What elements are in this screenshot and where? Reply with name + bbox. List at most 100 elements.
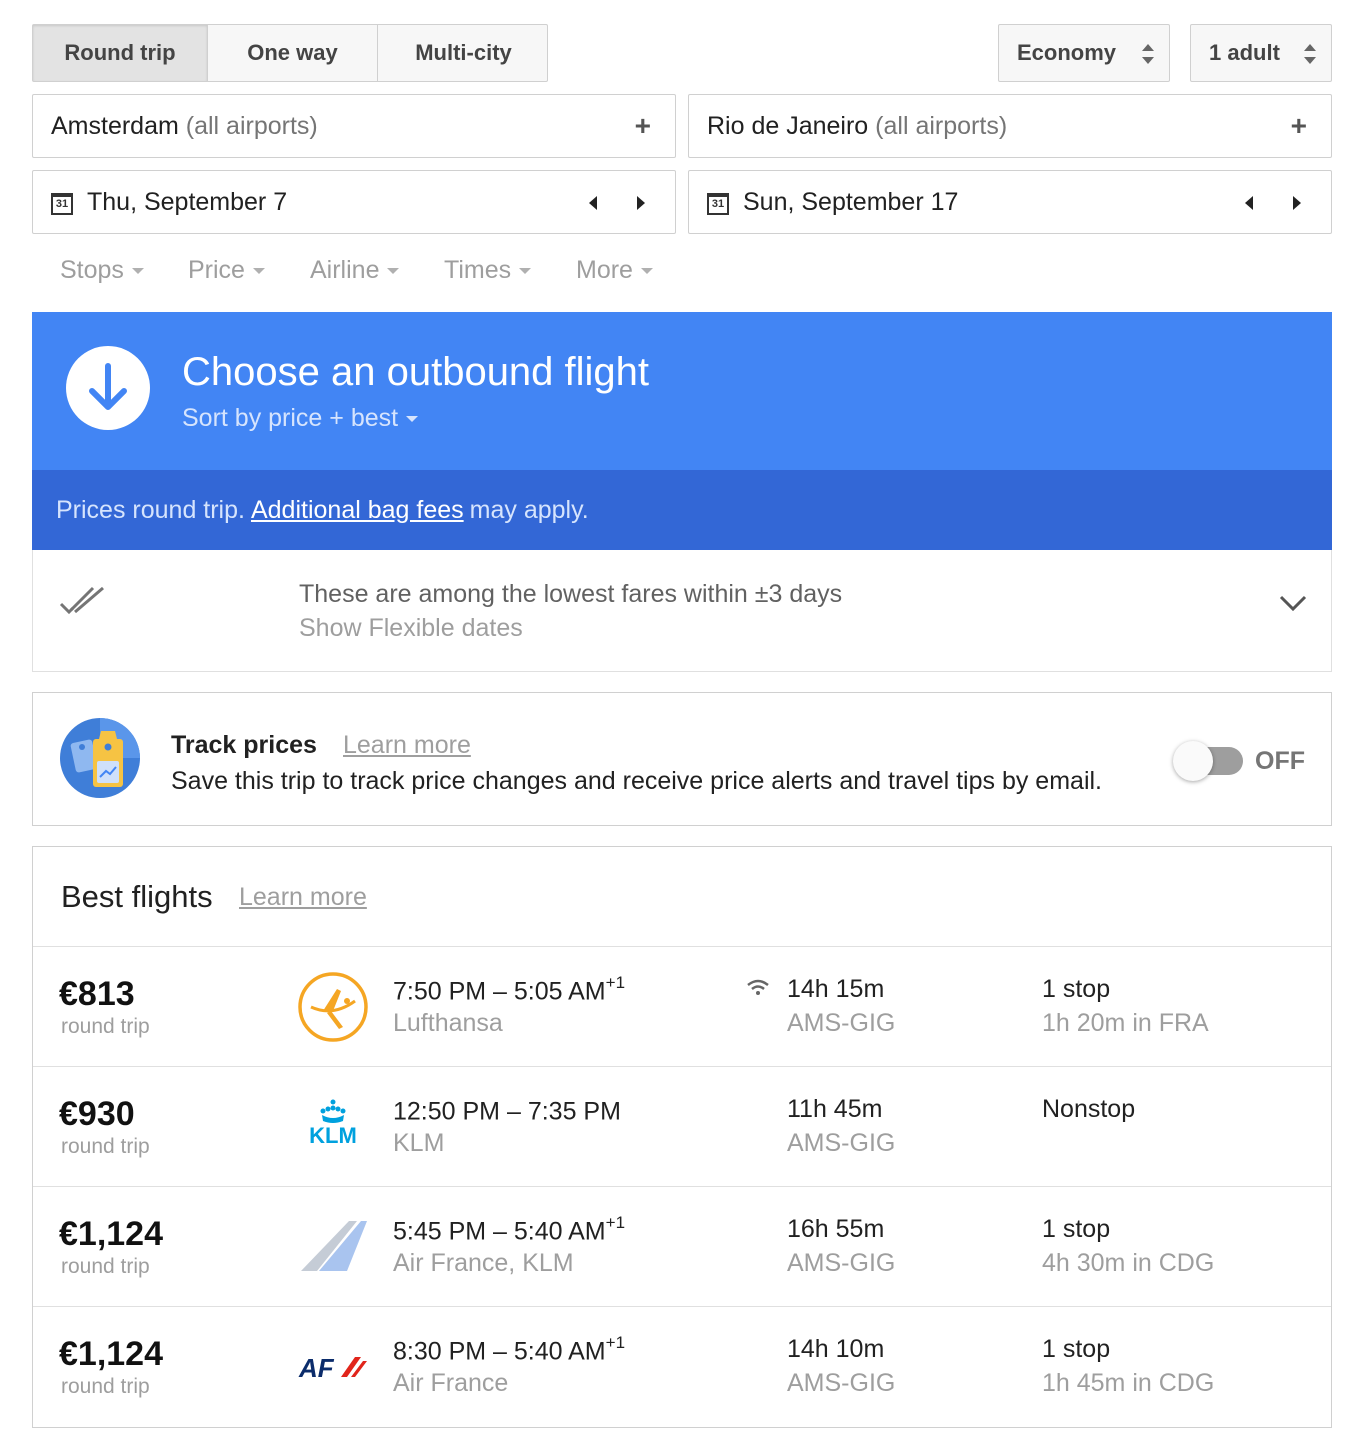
- flight-stops: 1 stop: [1042, 1215, 1111, 1243]
- return-date-field[interactable]: 31 Sun, September 17: [688, 170, 1332, 234]
- multi-city-button[interactable]: Multi-city: [378, 25, 549, 81]
- flight-route: AMS-GIG: [787, 1249, 896, 1277]
- flexible-dates-message: These are among the lowest fares within …: [299, 580, 843, 608]
- lufthansa-logo-icon: [298, 972, 368, 1042]
- flight-price: €1,124: [59, 1335, 163, 1373]
- next-day-icon[interactable]: [637, 196, 645, 210]
- filter-more[interactable]: More: [576, 256, 653, 285]
- best-flights-header: Best flights Learn more: [33, 847, 1331, 947]
- cabin-class-label: Economy: [1017, 40, 1117, 65]
- caret-down-icon: [406, 415, 419, 422]
- price-tags-icon: [60, 718, 140, 798]
- double-check-icon: [59, 586, 104, 615]
- up-down-arrows-icon: [1142, 44, 1154, 64]
- flight-row[interactable]: €930 round trip KLM 12:50 PM – 7:35 PM K…: [33, 1067, 1331, 1187]
- origin-field[interactable]: Amsterdam (all airports) +: [32, 94, 676, 158]
- next-day-icon[interactable]: [1293, 196, 1301, 210]
- caret-down-icon: [640, 267, 653, 274]
- add-destination-icon[interactable]: +: [1291, 112, 1307, 140]
- multiple-airlines-icon: [301, 1221, 367, 1271]
- flight-route: AMS-GIG: [787, 1129, 896, 1157]
- previous-day-icon[interactable]: [1245, 196, 1253, 210]
- depart-date-field[interactable]: 31 Thu, September 7: [32, 170, 676, 234]
- depart-time: 12:50 PM: [393, 1097, 501, 1126]
- filter-label: Times: [444, 256, 512, 284]
- flight-duration: 16h 55m: [787, 1215, 885, 1243]
- flight-price: €1,124: [59, 1215, 163, 1253]
- show-flexible-dates-link[interactable]: Show Flexible dates: [299, 614, 523, 643]
- flight-route: AMS-GIG: [787, 1369, 896, 1397]
- price-note: Prices round trip. Additional bag fees m…: [32, 470, 1332, 550]
- filter-label: Stops: [60, 256, 124, 284]
- filter-airline[interactable]: Airline: [310, 256, 400, 285]
- passengers-label: 1 adult: [1209, 40, 1280, 65]
- banner-title: Choose an outbound flight: [182, 350, 650, 394]
- calendar-icon: 31: [707, 193, 729, 215]
- flight-stops: 1 stop: [1042, 1335, 1111, 1363]
- flight-stops: Nonstop: [1042, 1095, 1136, 1123]
- flight-row[interactable]: €813 round trip 7:50 PM – 5:05 AM+1 Luft…: [33, 947, 1331, 1067]
- flight-times: 7:50 PM – 5:05 AM+1: [393, 973, 626, 1006]
- best-flights-title: Best flights: [61, 879, 213, 914]
- destination-field[interactable]: Rio de Janeiro (all airports) +: [688, 94, 1332, 158]
- flight-price: €813: [59, 975, 135, 1013]
- filter-label: More: [576, 256, 633, 284]
- flight-row[interactable]: €1,124 round trip 5:45 PM – 5:40 AM+1 Ai…: [33, 1187, 1331, 1307]
- flight-layover: 1h 45m in CDG: [1042, 1369, 1215, 1397]
- air-france-logo-icon: AF: [298, 1353, 367, 1383]
- depart-time: 5:45 PM: [393, 1217, 487, 1246]
- origin-qualifier: (all airports): [185, 111, 318, 140]
- flight-price-note: round trip: [61, 1255, 150, 1278]
- cabin-class-select[interactable]: Economy: [998, 24, 1170, 82]
- destination-qualifier: (all airports): [875, 111, 1008, 140]
- best-flights-learn-more-link[interactable]: Learn more: [239, 883, 367, 912]
- wifi-icon: [747, 979, 769, 995]
- flight-price-note: round trip: [61, 1015, 150, 1038]
- day-offset: +1: [605, 973, 626, 992]
- flight-airline: Air France, KLM: [393, 1249, 574, 1277]
- svg-text:KLM: KLM: [309, 1123, 357, 1148]
- flight-price: €930: [59, 1095, 135, 1133]
- filter-times[interactable]: Times: [444, 256, 532, 285]
- filter-label: Airline: [310, 256, 380, 284]
- up-down-arrows-icon: [1304, 44, 1316, 64]
- passengers-select[interactable]: 1 adult: [1190, 24, 1332, 82]
- previous-day-icon[interactable]: [589, 196, 597, 210]
- caret-down-icon: [387, 267, 400, 274]
- day-offset: +1: [605, 1213, 626, 1232]
- flight-airline: Lufthansa: [393, 1009, 503, 1037]
- flight-airline: KLM: [393, 1129, 445, 1157]
- svg-text:AF: AF: [298, 1353, 335, 1383]
- flight-layover: 4h 30m in CDG: [1042, 1249, 1215, 1277]
- origin-city: Amsterdam: [51, 111, 179, 140]
- filter-stops[interactable]: Stops: [60, 256, 144, 285]
- track-prices-toggle[interactable]: [1173, 741, 1245, 781]
- flight-price-note: round trip: [61, 1135, 150, 1158]
- caret-down-icon: [519, 267, 532, 274]
- outbound-banner: Choose an outbound flight Sort by price …: [32, 312, 1332, 470]
- sort-dropdown[interactable]: Sort by price + best: [182, 404, 419, 433]
- caret-down-icon: [252, 267, 265, 274]
- flight-layover: 1h 20m in FRA: [1042, 1009, 1209, 1037]
- depart-time: 7:50 PM: [393, 977, 487, 1006]
- filter-label: Price: [188, 256, 245, 284]
- destination-city: Rio de Janeiro: [707, 111, 869, 140]
- down-arrow-icon: [66, 346, 150, 430]
- round-trip-button[interactable]: Round trip: [33, 25, 208, 81]
- filter-price[interactable]: Price: [188, 256, 265, 285]
- flight-price-note: round trip: [61, 1375, 150, 1398]
- flight-stops: 1 stop: [1042, 975, 1111, 1003]
- chevron-down-icon[interactable]: [1279, 594, 1307, 612]
- arrive-time: 5:40 AM: [513, 1337, 606, 1366]
- bag-fees-link[interactable]: Additional bag fees: [251, 496, 464, 525]
- track-prices-learn-more-link[interactable]: Learn more: [343, 731, 471, 760]
- trip-type-selector: Round trip One way Multi-city: [32, 24, 548, 82]
- arrive-time: 7:35 PM: [527, 1097, 621, 1126]
- flexible-dates-panel[interactable]: These are among the lowest fares within …: [32, 550, 1332, 672]
- add-origin-icon[interactable]: +: [635, 112, 651, 140]
- flight-row[interactable]: €1,124 round trip AF 8:30 PM – 5:40 AM+1…: [33, 1307, 1331, 1427]
- price-note-text: Prices round trip.: [56, 495, 245, 524]
- one-way-button[interactable]: One way: [208, 25, 378, 81]
- toggle-knob: [1173, 741, 1213, 781]
- flight-duration: 11h 45m: [787, 1095, 883, 1123]
